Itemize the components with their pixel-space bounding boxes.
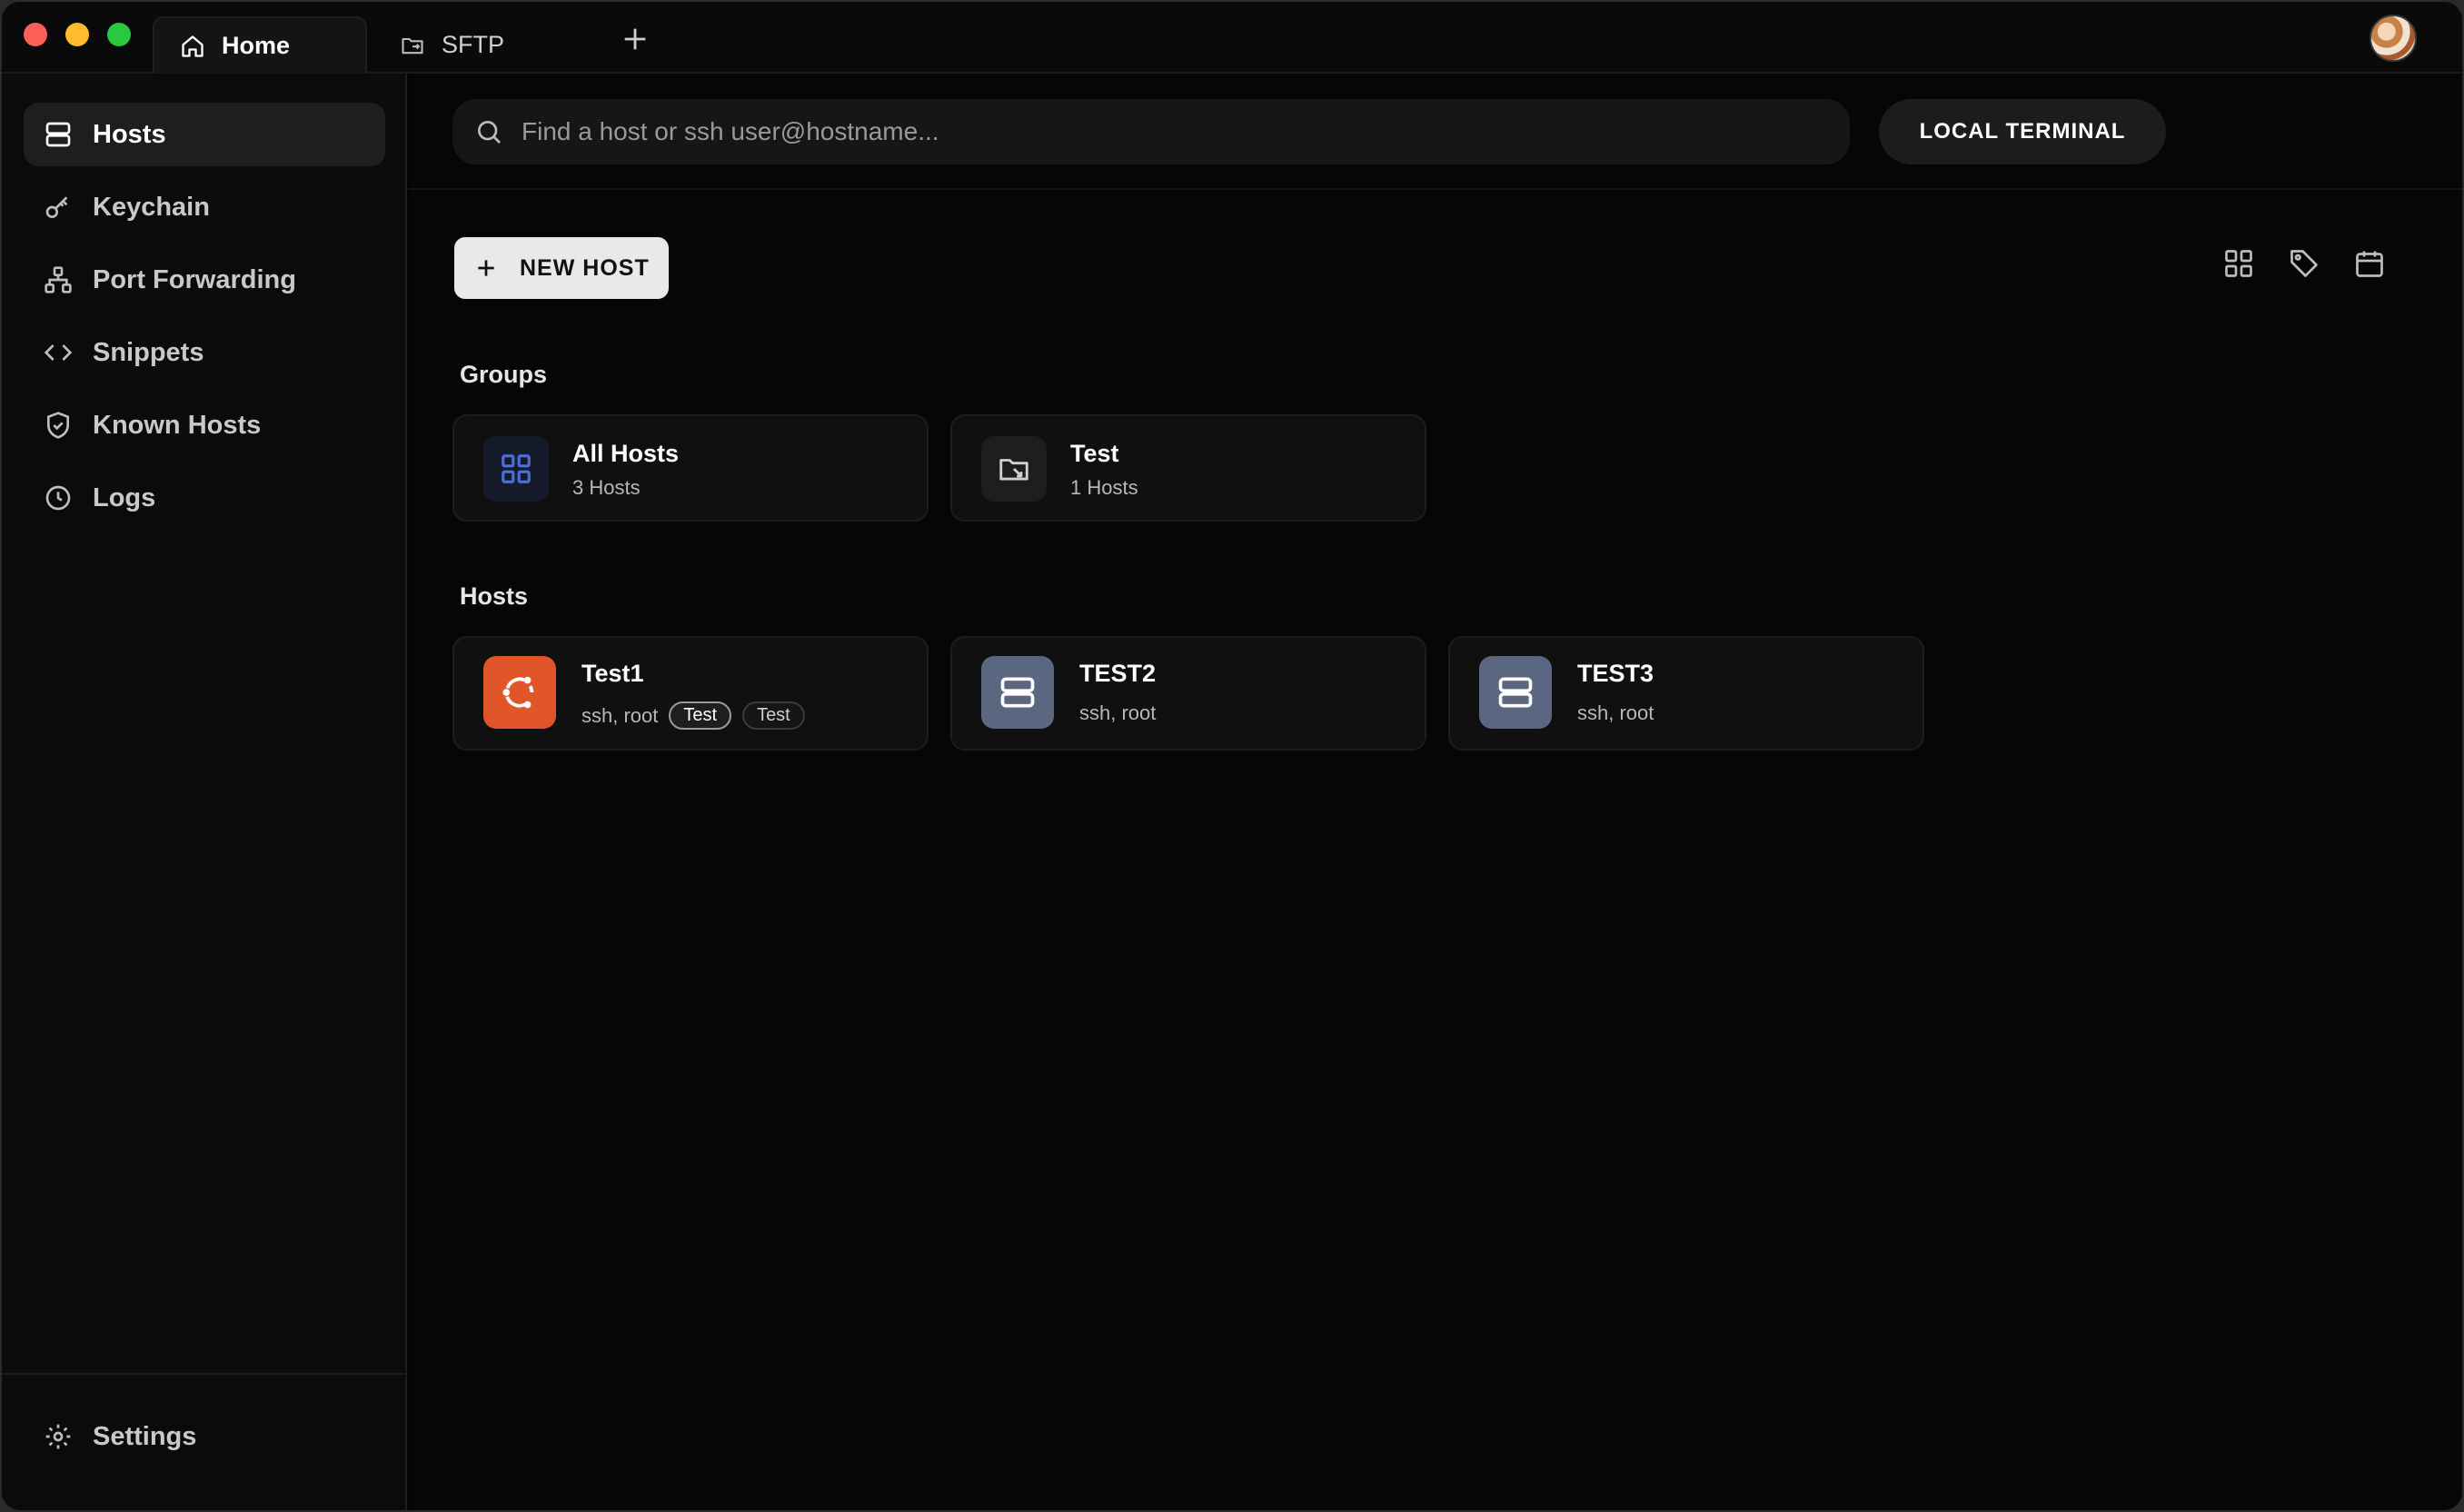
sidebar-item-known-hosts[interactable]: Known Hosts: [24, 393, 385, 457]
host-card-test3[interactable]: TEST3 ssh, root: [1448, 636, 1924, 751]
grid-view-icon[interactable]: [2222, 247, 2255, 280]
sidebar-item-label: Keychain: [93, 192, 210, 222]
sidebar-item-keychain[interactable]: Keychain: [24, 175, 385, 239]
host-details: ssh, root Test Test: [581, 701, 805, 730]
host-details: ssh, root: [1079, 701, 1156, 725]
title-bar: Home SFTP: [2, 2, 2462, 74]
new-host-button[interactable]: NEW HOST: [454, 237, 669, 299]
network-icon: [45, 266, 72, 293]
tab-home-label: Home: [222, 32, 291, 59]
search-icon: [478, 121, 501, 144]
gear-icon: [45, 1424, 71, 1449]
code-icon: [44, 344, 73, 361]
host-connection: ssh, root: [1079, 701, 1157, 724]
groups-section-title: Groups: [460, 361, 548, 388]
sidebar-item-snippets[interactable]: Snippets: [24, 321, 385, 384]
calendar-icon[interactable]: [2353, 247, 2386, 280]
sidebar-item-label: Known Hosts: [93, 410, 262, 440]
host-connection: ssh, root: [581, 703, 659, 727]
server-icon: [45, 122, 71, 147]
search-bar[interactable]: [452, 99, 1850, 164]
server-icon: [981, 656, 1054, 729]
sidebar-item-label: Hosts: [93, 119, 166, 149]
search-input[interactable]: [522, 117, 1850, 146]
local-terminal-button[interactable]: LOCAL TERMINAL: [1879, 99, 2166, 164]
host-connection: ssh, root: [1577, 701, 1654, 724]
host-card-test2[interactable]: TEST2 ssh, root: [950, 636, 1426, 751]
host-details: ssh, root: [1577, 701, 1654, 725]
key-icon: [45, 196, 68, 218]
avatar[interactable]: [2370, 15, 2417, 62]
group-name: Test: [1070, 440, 1119, 467]
sidebar-item-hosts[interactable]: Hosts: [24, 103, 385, 166]
sidebar-divider: [2, 1373, 405, 1375]
sidebar-item-port-forwarding[interactable]: Port Forwarding: [24, 248, 385, 312]
grid-icon: [483, 436, 549, 502]
folder-link-icon: [981, 436, 1047, 502]
plus-icon: [478, 260, 494, 276]
sidebar-item-label: Snippets: [93, 337, 204, 367]
tab-home[interactable]: Home: [153, 16, 367, 74]
group-card-test[interactable]: Test 1 Hosts: [950, 414, 1426, 522]
sidebar-item-logs[interactable]: Logs: [24, 466, 385, 530]
sidebar-item-label: Settings: [93, 1421, 197, 1451]
host-tag: Test: [669, 701, 732, 730]
sidebar-item-label: Logs: [93, 482, 156, 512]
home-icon: [182, 35, 204, 57]
shield-check-icon: [47, 412, 69, 439]
top-bar: LOCAL TERMINAL: [409, 74, 2462, 190]
zoom-window-button[interactable]: [107, 23, 131, 46]
group-card-all-hosts[interactable]: All Hosts 3 Hosts: [452, 414, 929, 522]
new-host-label: NEW HOST: [520, 254, 650, 281]
tag-icon[interactable]: [2288, 247, 2320, 280]
sidebar-item-label: Port Forwarding: [93, 264, 296, 294]
host-name: TEST2: [1079, 660, 1157, 687]
group-host-count: 3 Hosts: [572, 476, 641, 499]
host-card-test1[interactable]: Test1 ssh, root Test Test: [452, 636, 929, 751]
tab-sftp-label: SFTP: [442, 31, 505, 58]
main-content: LOCAL TERMINAL NEW HOST Groups: [409, 74, 2462, 1510]
folder-transfer-icon: [402, 37, 423, 54]
app-window: Home SFTP Hosts Keychain Port Forwarding…: [0, 0, 2464, 1512]
hosts-section-title: Hosts: [460, 582, 529, 610]
server-icon: [1479, 656, 1552, 729]
close-window-button[interactable]: [24, 23, 47, 46]
group-host-count: 1 Hosts: [1070, 476, 1138, 499]
minimize-window-button[interactable]: [65, 23, 89, 46]
host-tag: Test: [742, 701, 805, 730]
new-tab-plus-icon[interactable]: [620, 24, 651, 55]
sidebar: Hosts Keychain Port Forwarding Snippets: [2, 74, 407, 1510]
tab-sftp[interactable]: SFTP: [374, 16, 601, 74]
host-name: Test1: [581, 660, 644, 687]
host-name: TEST3: [1577, 660, 1654, 687]
ubuntu-icon: [483, 656, 556, 729]
group-name: All Hosts: [572, 440, 680, 467]
clock-icon: [45, 485, 71, 511]
sidebar-item-settings[interactable]: Settings: [24, 1405, 385, 1468]
